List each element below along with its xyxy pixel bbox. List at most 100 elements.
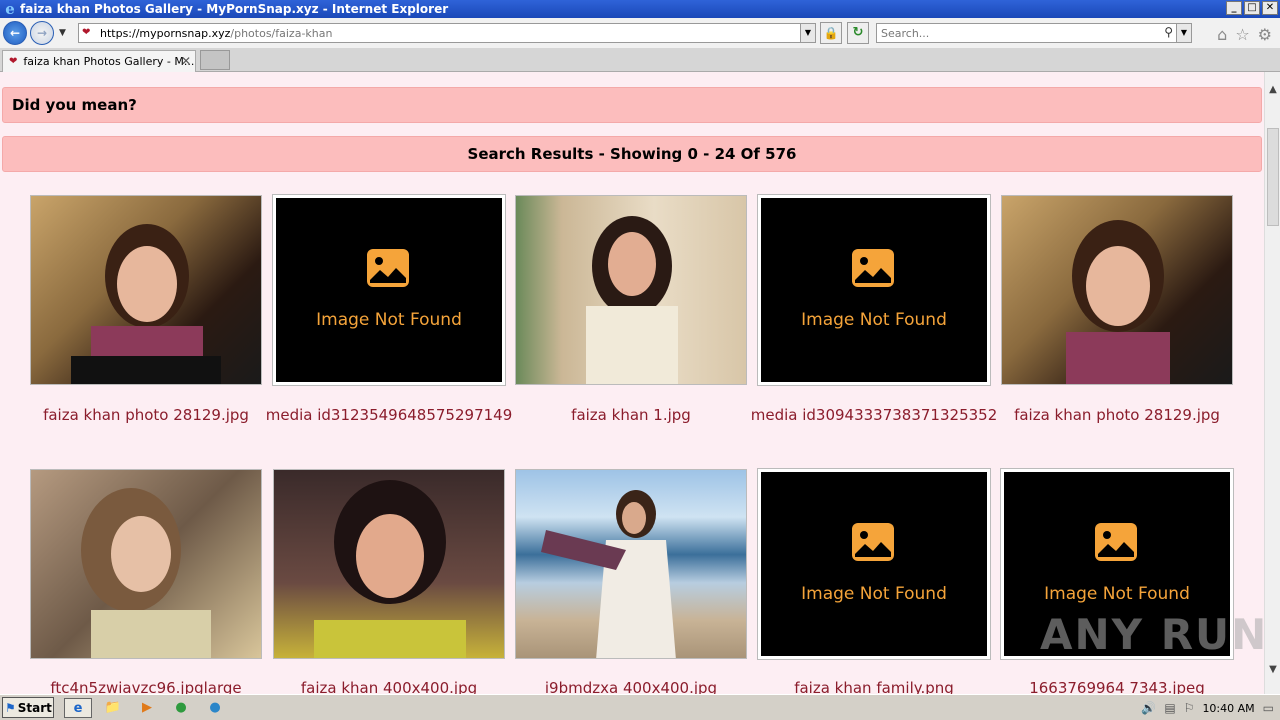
gallery-thumbnail-not-found[interactable]: Image Not Found	[757, 194, 991, 386]
photo-placeholder	[586, 216, 678, 384]
taskbar-explorer-icon[interactable]: 📁	[102, 698, 124, 718]
lock-icon: 🔒	[823, 26, 839, 40]
taskbar-edge-icon[interactable]: ●	[204, 698, 226, 718]
photo-placeholder	[1066, 220, 1170, 384]
address-dropdown-button[interactable]: ▼	[800, 24, 815, 42]
gallery-thumbnail[interactable]	[30, 195, 262, 385]
search-placeholder: Search...	[881, 26, 930, 40]
gallery-caption[interactable]: faiza khan 400x400.jpg	[263, 679, 515, 694]
photo-placeholder	[314, 480, 466, 658]
broken-image-icon	[367, 249, 409, 287]
address-bar[interactable]: ❤ https://mypornsnap.xyz/photos/faiza-kh…	[78, 23, 816, 43]
gallery-item[interactable]: faiza khan 1.jpg	[515, 195, 747, 424]
taskbar-chrome-icon[interactable]: ●	[170, 698, 192, 718]
tab-label: faiza khan Photos Gallery - M...	[23, 55, 195, 68]
arrow-right-icon: →	[36, 26, 48, 40]
tab-close-icon[interactable]: ✕	[181, 54, 191, 68]
start-label: Start	[17, 700, 52, 715]
not-found-label: Image Not Found	[801, 584, 947, 604]
gallery-item[interactable]: ftc4n5zwiavzc96.jpglarge	[30, 469, 262, 694]
not-found-label: Image Not Found	[801, 310, 947, 330]
system-tray: 🔊 ▤ ⚐ 10:40 AM ▭	[1141, 697, 1280, 719]
close-window-button[interactable]: ✕	[1262, 1, 1278, 15]
refresh-button[interactable]: ↻	[847, 22, 869, 44]
gallery-thumbnail-not-found[interactable]: Image Not Found	[757, 468, 991, 660]
gallery-thumbnail[interactable]	[30, 469, 262, 659]
gallery-item[interactable]: faiza khan 400x400.jpg	[273, 469, 505, 694]
gallery-thumbnail[interactable]	[273, 469, 505, 659]
security-lock-button[interactable]: 🔒	[820, 22, 842, 44]
gallery-caption[interactable]: faiza khan 1.jpg	[505, 406, 757, 424]
scrollbar-thumb[interactable]	[1267, 128, 1279, 226]
minimize-button[interactable]: _	[1226, 1, 1242, 15]
address-url-host: https://mypornsnap.xyz	[100, 26, 231, 40]
gallery-item[interactable]: Image Not Found media id3094333738371325…	[751, 194, 997, 424]
window-title: faiza khan Photos Gallery - MyPornSnap.x…	[20, 2, 449, 16]
gallery-item[interactable]: Image Not Found media id3123549648575297…	[266, 194, 512, 424]
address-url-path: /photos/faiza-khan	[230, 26, 333, 40]
navigation-bar: ← → ▼ ❤ https://mypornsnap.xyz/photos/fa…	[0, 18, 1280, 48]
gallery-caption[interactable]: faiza khan photo 28129.jpg	[20, 406, 272, 424]
gallery-item[interactable]: i9bmdzxa 400x400.jpg	[515, 469, 747, 694]
vertical-scrollbar[interactable]: ▲ ▼	[1264, 72, 1280, 694]
favorites-star-icon[interactable]: ☆	[1235, 25, 1249, 44]
gallery-item[interactable]: Image Not Found faiza khan family.png	[757, 468, 991, 694]
new-tab-button[interactable]	[200, 50, 230, 70]
did-you-mean-banner: Did you mean?	[2, 87, 1262, 123]
tab-bar: ❤ faiza khan Photos Gallery - M... ✕	[0, 48, 1280, 72]
scroll-up-arrow-icon[interactable]: ▲	[1265, 84, 1280, 100]
window-titlebar: e faiza khan Photos Gallery - MyPornSnap…	[0, 0, 1280, 18]
site-favicon-icon: ❤	[82, 27, 91, 38]
arrow-left-icon: ←	[9, 26, 21, 40]
gallery-thumbnail[interactable]	[515, 469, 747, 659]
scroll-down-arrow-icon[interactable]: ▼	[1265, 664, 1280, 680]
photo-placeholder	[541, 490, 676, 658]
taskbar: ⚑ Start e 📁 ▶ ● ● 🔊 ▤ ⚐ 10:40 AM ▭	[0, 694, 1280, 720]
taskbar-media-player-icon[interactable]: ▶	[136, 698, 158, 718]
anyrun-watermark: ANY RUN	[1040, 610, 1269, 659]
back-button[interactable]: ←	[3, 21, 27, 45]
search-dropdown-button[interactable]: ▼	[1176, 24, 1191, 42]
broken-image-icon	[852, 249, 894, 287]
photo-placeholder	[71, 224, 221, 384]
clock[interactable]: 10:40 AM	[1202, 702, 1254, 715]
gallery-caption[interactable]: ftc4n5zwiavzc96.jpglarge	[20, 679, 272, 694]
refresh-icon: ↻	[852, 25, 864, 40]
gallery-caption[interactable]: i9bmdzxa 400x400.jpg	[505, 679, 757, 694]
gallery-caption[interactable]: media id3094333738371325352	[748, 406, 1000, 424]
broken-image-icon	[852, 523, 894, 561]
action-center-flag-icon[interactable]: ⚐	[1184, 701, 1195, 715]
show-desktop-icon[interactable]: ▭	[1263, 701, 1274, 715]
gallery-thumbnail[interactable]	[515, 195, 747, 385]
forward-button[interactable]: →	[30, 21, 54, 45]
toolbar-icons: ⌂ ☆ ⚙	[1217, 25, 1272, 44]
gallery-caption[interactable]: 1663769964 7343.jpeg	[991, 679, 1243, 694]
gallery-caption[interactable]: faiza khan photo 28129.jpg	[991, 406, 1243, 424]
search-icon[interactable]: ⚲	[1164, 25, 1173, 39]
not-found-label: Image Not Found	[316, 310, 462, 330]
volume-icon[interactable]: 🔊	[1141, 701, 1156, 715]
not-found-label: Image Not Found	[1044, 584, 1190, 604]
gallery-caption[interactable]: media id3123549648575297149	[263, 406, 515, 424]
gallery-caption[interactable]: faiza khan family.png	[748, 679, 1000, 694]
maximize-button[interactable]: □	[1244, 1, 1260, 15]
search-results-heading: Search Results - Showing 0 - 24 Of 576	[2, 136, 1262, 172]
taskbar-ie-icon[interactable]: e	[64, 698, 92, 718]
gallery-item[interactable]: faiza khan photo 28129.jpg	[30, 195, 262, 424]
gallery-thumbnail-not-found[interactable]: Image Not Found	[272, 194, 506, 386]
recent-pages-dropdown[interactable]: ▼	[59, 28, 66, 38]
search-box[interactable]: Search... ⚲ ▼	[876, 23, 1192, 43]
tab-active[interactable]: ❤ faiza khan Photos Gallery - M... ✕	[2, 50, 196, 72]
gallery-thumbnail[interactable]	[1001, 195, 1233, 385]
page-content: Did you mean? Search Results - Showing 0…	[0, 72, 1264, 694]
gallery-item[interactable]: faiza khan photo 28129.jpg	[1001, 195, 1233, 424]
start-button[interactable]: ⚑ Start	[2, 697, 54, 718]
ie-logo-icon: e	[5, 0, 15, 18]
network-icon[interactable]: ▤	[1164, 701, 1175, 715]
home-icon[interactable]: ⌂	[1217, 25, 1227, 44]
window-controls: _ □ ✕	[1226, 1, 1278, 15]
photo-placeholder	[81, 488, 211, 658]
broken-image-icon	[1095, 523, 1137, 561]
gear-icon[interactable]: ⚙	[1258, 25, 1272, 44]
windows-flag-icon: ⚑	[5, 700, 16, 715]
